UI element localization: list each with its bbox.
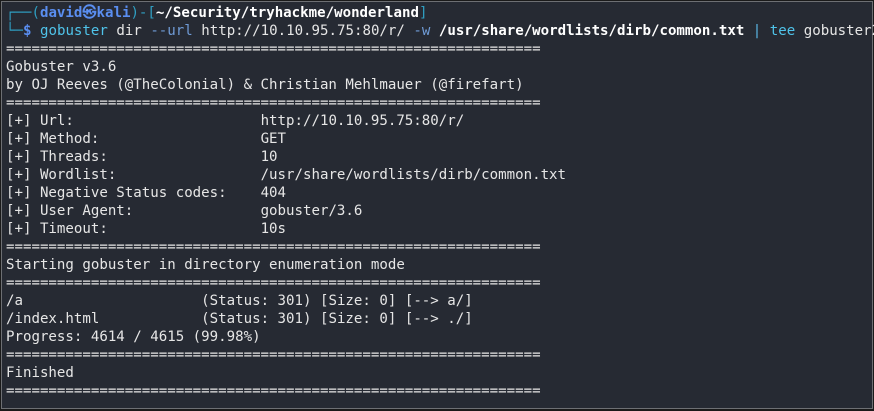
result-status: (Status: 301)	[201, 311, 320, 327]
command-tool: gobuster	[39, 23, 108, 39]
separator-line: ========================================…	[6, 383, 541, 399]
config-key: [+] Method:	[6, 131, 261, 147]
prompt-prefix: ┌──(	[6, 5, 40, 21]
result-size: [Size: 0]	[319, 293, 405, 309]
config-row: [+] Negative Status codes: 404	[6, 184, 872, 202]
prompt-mid: )-[	[130, 5, 156, 21]
config-key: [+] Timeout:	[6, 221, 261, 237]
prompt-suffix: ]	[418, 5, 428, 21]
config-row: [+] Url: http://10.10.95.75:80/r/	[6, 112, 872, 130]
config-row: [+] Wordlist: /usr/share/wordlists/dirb/…	[6, 166, 872, 184]
starting-line: Starting gobuster in directory enumerati…	[6, 257, 405, 273]
command-w-flag: -w	[413, 23, 431, 39]
command-url: http://10.10.95.75:80/r/	[192, 23, 414, 39]
command-line[interactable]: └─$ gobuster dir --url http://10.10.95.7…	[6, 22, 874, 40]
config-value: 404	[260, 185, 287, 201]
separator-line: ========================================…	[6, 41, 541, 57]
prompt-user: david	[39, 5, 83, 21]
prompt-host: kali	[96, 5, 131, 21]
config-value: gobuster/3.6	[260, 203, 363, 219]
results-block: /a (Status: 301) [Size: 0] [--> a/]/inde…	[6, 292, 872, 328]
command-tee-arg: gobuster2.txt	[803, 23, 874, 39]
result-path: /a	[6, 293, 202, 309]
config-key: [+] Url:	[6, 113, 261, 129]
credit-line: by OJ Reeves (@TheColonial) & Christian …	[6, 77, 524, 93]
separator-line: ========================================…	[6, 347, 541, 363]
separator-line: ========================================…	[6, 95, 541, 111]
prompt-dollar: $	[22, 23, 32, 39]
prompt-path: ~/Security/tryhackme/wonderland	[155, 5, 419, 21]
command-tee: tee	[761, 23, 796, 39]
separator-line: ========================================…	[6, 239, 541, 255]
prompt-line-1: ┌──(david㉿kali)-[~/Security/tryhackme/wo…	[6, 4, 872, 22]
kali-symbol-icon: ㉿	[82, 5, 97, 21]
command-wordlist: /usr/share/wordlists/dirb/common.txt	[430, 23, 753, 39]
version-line: Gobuster v3.6	[6, 59, 117, 75]
prompt-line2-prefix: └─	[6, 23, 23, 39]
config-row: [+] User Agent: gobuster/3.6	[6, 202, 872, 220]
finished-line: Finished	[6, 365, 74, 381]
config-value: GET	[260, 131, 287, 147]
result-status: (Status: 301)	[201, 293, 320, 309]
config-value: 10	[260, 149, 278, 165]
config-row: [+] Method: GET	[6, 130, 872, 148]
config-row: [+] Timeout: 10s	[6, 220, 872, 238]
progress-line: Progress: 4614 / 4615 (99.98%)	[6, 329, 261, 345]
result-redirect: [--> ./]	[404, 311, 473, 327]
result-size: [Size: 0]	[319, 311, 405, 327]
config-value: /usr/share/wordlists/dirb/common.txt	[260, 167, 567, 183]
result-row: /a (Status: 301) [Size: 0] [--> a/]	[6, 292, 872, 310]
result-row: /index.html (Status: 301) [Size: 0] [-->…	[6, 310, 872, 328]
command-url-flag: --url	[150, 23, 193, 39]
config-key: [+] Wordlist:	[6, 167, 261, 183]
result-path: /index.html	[6, 311, 202, 327]
config-key: [+] Threads:	[6, 149, 261, 165]
result-redirect: [--> a/]	[404, 293, 473, 309]
separator-line: ========================================…	[6, 275, 541, 291]
config-value: http://10.10.95.75:80/r/	[260, 113, 465, 129]
config-key: [+] Negative Status codes:	[6, 185, 261, 201]
config-row: [+] Threads: 10	[6, 148, 872, 166]
config-key: [+] User Agent:	[6, 203, 261, 219]
config-value: 10s	[260, 221, 287, 237]
terminal-window[interactable]: ┌──(david㉿kali)-[~/Security/tryhackme/wo…	[1, 1, 874, 409]
command-args: dir	[107, 23, 151, 39]
config-block: [+] Url: http://10.10.95.75:80/r/[+] Met…	[6, 112, 872, 238]
